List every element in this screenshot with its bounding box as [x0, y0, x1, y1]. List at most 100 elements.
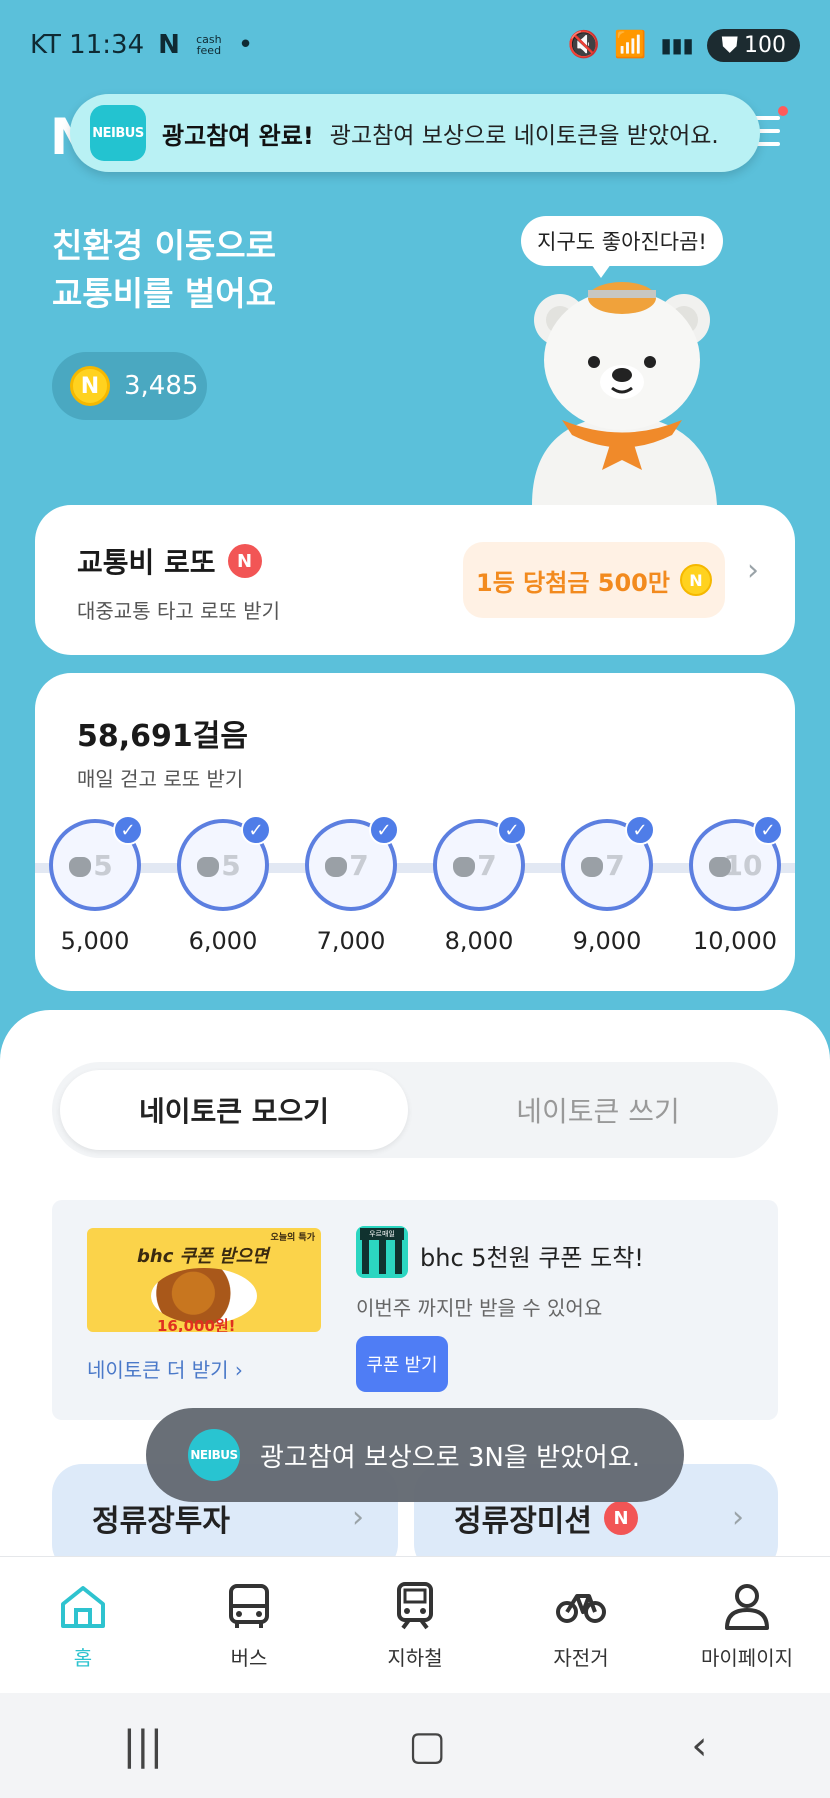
mute-icon: 🔇 — [567, 30, 601, 60]
recent-apps-icon[interactable]: ||| — [123, 1723, 163, 1769]
stop-mission-title: 정류장미션 N — [454, 1496, 638, 1540]
new-badge: N — [604, 1501, 638, 1535]
milestone-label: 5,000 — [60, 927, 130, 955]
tab-spend-tokens[interactable]: 네이토큰 쓰기 — [424, 1070, 772, 1150]
hero-title: 친환경 이동으로 교통비를 벌어요 — [52, 222, 276, 318]
milestone-label: 7,000 — [316, 927, 386, 955]
pouch-icon — [325, 857, 347, 877]
carrier-time: KT 11:34 — [30, 30, 145, 60]
step-milestone[interactable]: 7 ✓ 8,000 — [431, 815, 527, 955]
home-button-icon[interactable]: ▢ — [408, 1723, 446, 1769]
milestone-label: 8,000 — [444, 927, 514, 955]
wifi-icon: 📶 — [614, 30, 647, 60]
battery-indicator: ⛊ 100 — [707, 28, 800, 62]
dot-icon: • — [237, 30, 254, 60]
bike-icon — [556, 1593, 606, 1623]
token-tabs: 네이토큰 모으기 네이토큰 쓰기 — [52, 1062, 778, 1158]
ad-banner-image[interactable]: 오늘의 특가 bhc 쿠폰 받으면 16,000원! — [87, 1228, 321, 1332]
pouch-icon — [453, 857, 475, 877]
hero-title-line1: 친환경 이동으로 — [52, 226, 277, 265]
nav-home[interactable]: 홈 — [8, 1580, 158, 1671]
toast-bold-text: 광고참여 완료! — [162, 121, 314, 150]
milestone-circle: 5 ✓ — [177, 815, 271, 911]
stop-investment-text: 정류장투자 — [92, 1504, 230, 1539]
bus-icon — [229, 1583, 269, 1628]
nav-bus-label: 버스 — [230, 1645, 268, 1670]
back-icon[interactable]: ‹ — [691, 1723, 707, 1769]
step-milestone[interactable]: 5 ✓ 5,000 — [47, 815, 143, 955]
reward-toast-message: 광고참여 보상으로 3N을 받았어요. — [260, 1442, 641, 1473]
advertiser-app-label: 우르매일 — [360, 1228, 404, 1240]
nav-bus[interactable]: 버스 — [174, 1580, 324, 1671]
nav-subway-label: 지하철 — [387, 1645, 443, 1670]
check-icon: ✓ — [753, 815, 783, 845]
ad-subtitle: 이번주 까지만 받을 수 있어요 — [356, 1296, 603, 1320]
get-coupon-button[interactable]: 쿠폰 받기 — [356, 1336, 448, 1392]
milestone-circle: 10 ✓ — [689, 815, 783, 911]
nav-subway[interactable]: 지하철 — [340, 1580, 490, 1671]
check-icon: ✓ — [625, 815, 655, 845]
milestone-reward: 5 — [93, 848, 113, 882]
stop-mission-text: 정류장미션 — [454, 1504, 592, 1539]
milestone-label: 10,000 — [693, 927, 777, 955]
milestone-circle: 7 ✓ — [305, 815, 399, 911]
neibus-app-icon: NEIBUS — [188, 1429, 240, 1481]
neibus-app-icon: NEIBUS — [90, 105, 146, 161]
pouch-icon — [69, 857, 91, 877]
step-milestone[interactable]: 7 ✓ 9,000 — [559, 815, 655, 955]
milestone-label: 9,000 — [572, 927, 642, 955]
ad-offer-box: 오늘의 특가 bhc 쿠폰 받으면 16,000원! 네이토큰 더 받기 › 우… — [52, 1200, 778, 1420]
walking-card[interactable]: 58,691걸음 매일 걷고 로또 받기 5 ✓ 5,000 5 ✓ 6,000 7… — [35, 673, 795, 991]
step-milestones: 5 ✓ 5,000 5 ✓ 6,000 7 ✓ 7,000 7 ✓ 8,000 7 ✓ 9… — [47, 815, 783, 955]
point-amount: 3,485 — [124, 371, 199, 401]
nav-mypage[interactable]: 마이페이지 — [672, 1580, 822, 1671]
point-balance[interactable]: N 3,485 — [52, 352, 207, 420]
status-bar: KT 11:34 N cash feed • 🔇 📶 ▮▮▮ ⛊ 100 — [0, 0, 830, 90]
more-tokens-text: 네이토큰 더 받기 — [87, 1358, 229, 1382]
chevron-right-icon[interactable]: › — [747, 553, 759, 588]
cashfeed-icon: cash feed — [196, 33, 222, 57]
nav-bike-label: 자전거 — [553, 1645, 609, 1670]
reward-toast: NEIBUS 광고참여 보상으로 3N을 받았어요. — [146, 1408, 684, 1502]
n-coin-icon: N — [679, 564, 712, 596]
bottom-nav: 홈 버스 지하철 자전거 마이페이지 — [0, 1556, 830, 1693]
walk-subtitle: 매일 걷고 로또 받기 — [77, 767, 244, 791]
lotto-title: 교통비 로또 N — [77, 541, 262, 581]
tab-collect-tokens[interactable]: 네이토큰 모으기 — [60, 1070, 408, 1150]
check-icon: ✓ — [497, 815, 527, 845]
transit-lotto-card[interactable]: 교통비 로또 N 대중교통 타고 로또 받기 1등 당첨금 500만 N › — [35, 505, 795, 655]
milestone-reward: 7 — [477, 848, 497, 882]
check-icon: ✓ — [369, 815, 399, 845]
n-app-icon: N — [158, 30, 180, 60]
hero-title-line2: 교통비를 벌어요 — [52, 274, 277, 313]
prize-pill[interactable]: 1등 당첨금 500만 N — [463, 542, 725, 618]
shield-icon: ⛊ — [721, 32, 738, 58]
stop-investment-title: 정류장투자 — [92, 1496, 230, 1540]
chevron-right-icon: › — [732, 1500, 744, 1535]
chevron-right-icon: › — [234, 1358, 243, 1382]
milestone-circle: 7 ✓ — [433, 815, 527, 911]
pouch-icon — [581, 857, 603, 877]
step-milestone[interactable]: 7 ✓ 7,000 — [303, 815, 399, 955]
step-milestone[interactable]: 10 ✓ 10,000 — [687, 815, 783, 955]
battery-level: 100 — [744, 32, 786, 58]
banner-price: 16,000원! — [157, 1317, 236, 1332]
bear-mascot-icon — [532, 282, 717, 505]
user-icon — [725, 1583, 769, 1630]
more-tokens-link[interactable]: 네이토큰 더 받기 › — [87, 1354, 243, 1383]
milestone-reward: 7 — [605, 848, 625, 882]
new-badge: N — [227, 544, 262, 578]
prize-text: 1등 당첨금 500만 — [476, 568, 670, 597]
lotto-subtitle: 대중교통 타고 로또 받기 — [77, 599, 281, 623]
ad-complete-toast[interactable]: NEIBUS 광고참여 완료! 광고참여 보상으로 네이토큰을 받았어요. — [70, 94, 760, 172]
step-milestone[interactable]: 5 ✓ 6,000 — [175, 815, 271, 955]
system-nav-bar: ||| ▢ ‹ — [0, 1693, 830, 1798]
chevron-right-icon: › — [352, 1500, 364, 1535]
pouch-icon — [709, 857, 731, 877]
subway-icon — [397, 1581, 433, 1629]
pouch-icon — [197, 857, 219, 877]
banner-brand: 오늘의 특가 — [270, 1233, 315, 1243]
notification-dot — [778, 106, 788, 116]
nav-bike[interactable]: 자전거 — [506, 1580, 656, 1671]
milestone-circle: 5 ✓ — [49, 815, 143, 911]
